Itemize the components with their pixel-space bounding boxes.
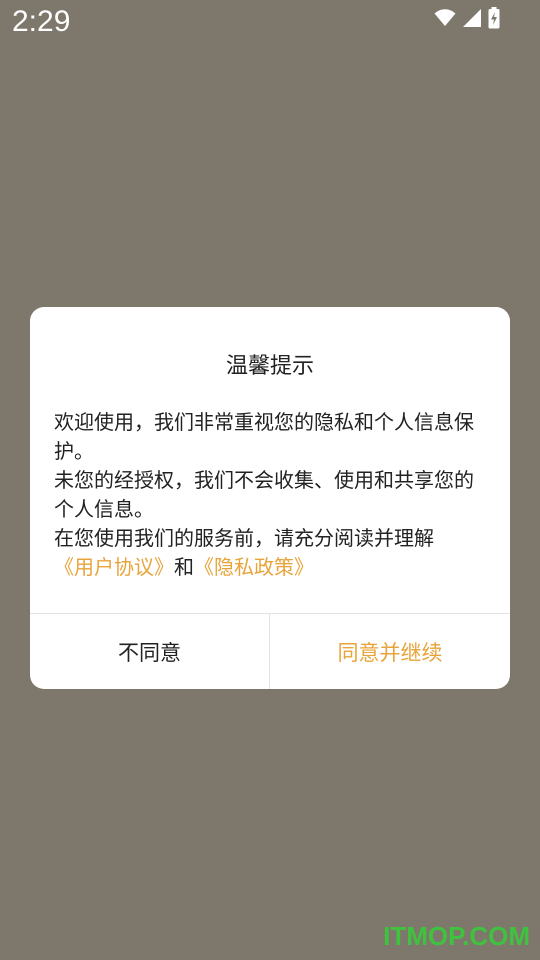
status-bar: 2:29 <box>0 0 540 44</box>
agree-continue-button[interactable]: 同意并继续 <box>270 614 510 689</box>
privacy-dialog: 温馨提示 欢迎使用，我们非常重视您的隐私和个人信息保护。 未您的经授权，我们不会… <box>30 307 510 689</box>
body-paragraph-3: 在您使用我们的服务前，请充分阅读并理解 《用户协议》和《隐私政策》 <box>54 524 490 582</box>
screen: 2:29 温馨提示 欢迎使用，我们非常重视您的隐私和个人信息保护。 未您的经授权… <box>0 0 540 960</box>
and-text: 和 <box>174 555 194 579</box>
status-icons <box>434 7 500 29</box>
watermark: ITMOP.COM <box>383 921 530 951</box>
body-paragraph-2: 未您的经授权，我们不会收集、使用和共享您的个人信息。 <box>54 468 474 521</box>
wifi-icon <box>434 9 456 27</box>
body-paragraph-3-text: 在您使用我们的服务前，请充分阅读并理解 <box>54 526 434 550</box>
dialog-body: 欢迎使用，我们非常重视您的隐私和个人信息保护。 未您的经授权，我们不会收集、使用… <box>54 408 490 582</box>
user-agreement-link[interactable]: 《用户协议》 <box>54 555 174 579</box>
body-paragraph-1: 欢迎使用，我们非常重视您的隐私和个人信息保护。 <box>54 410 474 463</box>
battery-charging-icon <box>488 7 500 29</box>
disagree-button[interactable]: 不同意 <box>30 614 269 689</box>
privacy-policy-link[interactable]: 《隐私政策》 <box>194 555 314 579</box>
dialog-title: 温馨提示 <box>225 354 314 379</box>
cellular-signal-icon <box>462 8 482 28</box>
status-time: 2:29 <box>12 5 71 38</box>
